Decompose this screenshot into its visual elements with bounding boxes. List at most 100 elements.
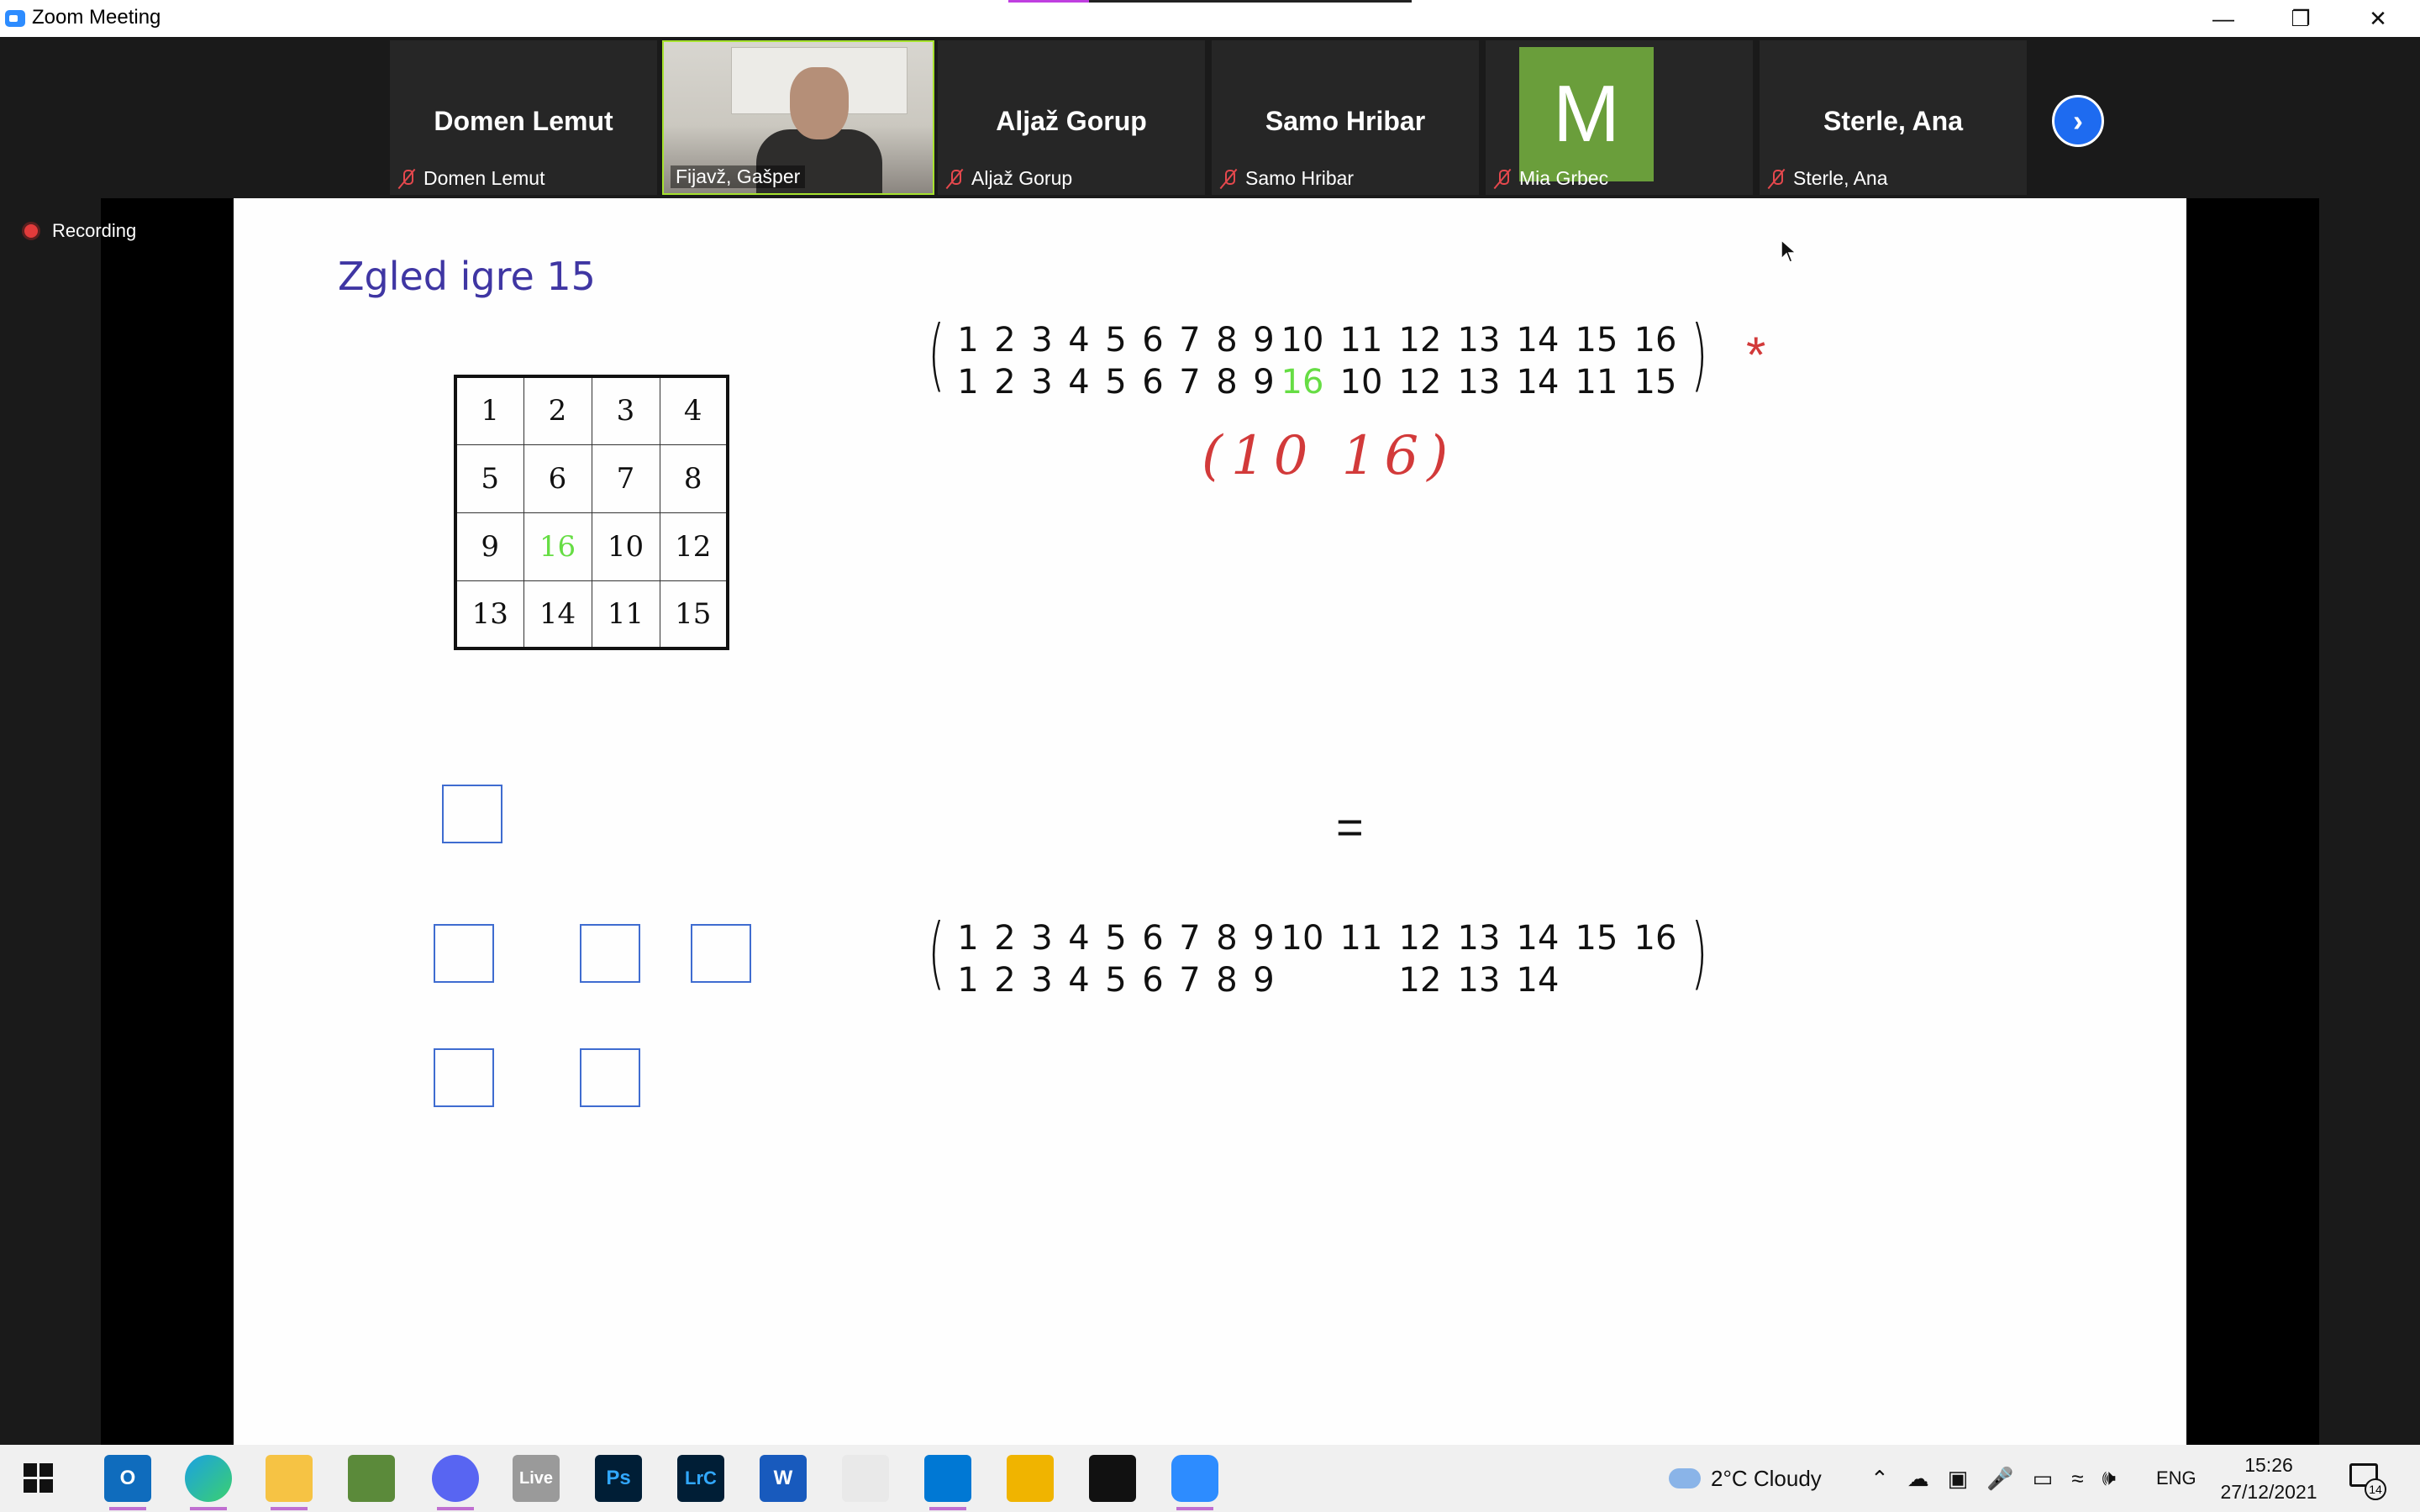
grid-cell: 15: [659, 580, 729, 649]
perm-cell: 10: [1281, 919, 1324, 958]
participant-name: Aljaž Gorup: [996, 106, 1147, 136]
zoom-app-icon: [5, 10, 25, 27]
grid-cell: 6: [523, 444, 592, 513]
perm-cell: 12: [1398, 919, 1442, 958]
left-paren: (: [928, 907, 945, 999]
edge-icon[interactable]: [185, 1455, 232, 1510]
perm-cell: 15: [1575, 321, 1618, 360]
vscode-icon[interactable]: [924, 1455, 971, 1510]
windows-start-icon[interactable]: [24, 1463, 54, 1494]
perm-cell: 12: [1398, 961, 1442, 1000]
restore-button[interactable]: ❐: [2262, 0, 2339, 37]
grid-cell: 3: [591, 375, 660, 445]
battery-icon[interactable]: ▭: [2033, 1466, 2054, 1492]
grid-cell: 4: [659, 375, 729, 445]
permutation-top: ( 1 2 3 4 5 6 7 8 9 10 11 12 13 14 15 16 1 2 3 4 5 6 7 8 9 16 10 1…: [928, 316, 1734, 413]
grid-cell: 2: [523, 375, 592, 445]
muted-mic-icon: [1768, 168, 1785, 190]
perm-cell: 13: [1457, 363, 1501, 402]
notification-count: 14: [2365, 1478, 2386, 1500]
minecraft-icon[interactable]: [348, 1455, 395, 1502]
recording-label: Recording: [52, 220, 137, 241]
grid-cell: 7: [591, 444, 660, 513]
video-person-head: [790, 67, 849, 139]
presentation-slide: Zgled igre 15 1 2 3 4 5 6 7 8 9 16 10 12: [234, 198, 2186, 1445]
annotation-star: *: [1746, 327, 1766, 383]
perm-cell: 11: [1575, 363, 1618, 402]
window-titlebar: Zoom Meeting — ❐ ✕: [0, 0, 2420, 37]
onedrive-icon[interactable]: ☁: [1907, 1466, 1929, 1492]
grid-cell: 11: [591, 580, 660, 649]
perm-cell: 14: [1516, 919, 1560, 958]
grid-cell: 10: [591, 512, 660, 581]
perm-cell: 13: [1457, 321, 1501, 360]
placeholder-box: [691, 924, 751, 983]
taskbar-clock[interactable]: 15:26 27/12/2021: [2210, 1452, 2328, 1505]
photoshop-icon[interactable]: Ps: [595, 1455, 642, 1502]
grid-cell: 12: [659, 512, 729, 581]
paint-icon[interactable]: [842, 1455, 889, 1502]
lightroom-classic-icon[interactable]: LrC: [677, 1455, 724, 1502]
right-paren: ): [1691, 907, 1708, 999]
muted-mic-icon: [1220, 168, 1237, 190]
microphone-icon[interactable]: 🎤: [1986, 1466, 2013, 1492]
puzzle-grid: 1 2 3 4 5 6 7 8 9 16 10 12 13 14 11 15: [454, 375, 729, 650]
snipping-tool-icon[interactable]: [1007, 1455, 1054, 1502]
participant-avatar: M: [1519, 47, 1654, 181]
perm-cell: 11: [1339, 919, 1383, 958]
participant-tile-video[interactable]: Fijavž, Gašper: [662, 40, 934, 195]
participant-label: Samo Hribar: [1245, 167, 1355, 189]
file-explorer-icon[interactable]: [266, 1455, 313, 1510]
terminal-icon[interactable]: [1089, 1455, 1136, 1502]
slide-title: Zgled igre 15: [338, 254, 596, 299]
grid-cell: 1: [455, 375, 524, 445]
perm-cell: 9: [1253, 961, 1275, 1000]
participant-tile[interactable]: Sterle, Ana Sterle, Ana: [1760, 40, 2027, 195]
ableton-live-icon[interactable]: Live: [513, 1455, 560, 1502]
participant-label: Aljaž Gorup: [971, 167, 1073, 189]
grid-cell: 13: [455, 580, 524, 649]
discord-icon[interactable]: [432, 1455, 479, 1510]
grid-cell: 9: [455, 512, 524, 581]
zoom-taskbar-icon[interactable]: [1171, 1455, 1218, 1510]
perm-cell: 12: [1398, 363, 1442, 402]
system-tray: ⌃ ☁ ▣ 🎤 ▭ ≈ 🕪: [1870, 1445, 2116, 1512]
clock-date: 27/12/2021: [2220, 1481, 2317, 1503]
wifi-icon[interactable]: ≈: [2071, 1466, 2083, 1492]
participant-label: Fijavž, Gašper: [676, 165, 801, 187]
recording-dot-icon: [22, 222, 40, 240]
participant-tile[interactable]: Aljaž Gorup Aljaž Gorup: [938, 40, 1205, 195]
perm-cell: 11: [1339, 321, 1383, 360]
right-paren: ): [1691, 309, 1708, 401]
title-accent-line: [1008, 0, 1412, 3]
participant-label: Mia Grbec: [1519, 167, 1609, 189]
minimize-button[interactable]: —: [2185, 0, 2262, 37]
outlook-icon[interactable]: O: [104, 1455, 151, 1510]
placeholder-box: [580, 924, 640, 983]
meet-now-icon[interactable]: ▣: [1948, 1466, 1969, 1492]
participant-tile[interactable]: Domen Lemut Domen Lemut: [390, 40, 657, 195]
permutation-bottom: ( 1 2 3 4 5 6 7 8 9 10 11 12 13 14 15 16 1 2 3 4 5 6 7 8 9 12 13 1…: [928, 914, 1734, 1011]
muted-mic-icon: [1494, 168, 1511, 190]
placeholder-box: [580, 1048, 640, 1107]
word-icon[interactable]: W: [760, 1455, 807, 1502]
participant-tile[interactable]: M Mia Grbec: [1486, 40, 1753, 195]
close-button[interactable]: ✕: [2339, 0, 2417, 37]
grid-cell: 5: [455, 444, 524, 513]
participant-tile[interactable]: Samo Hribar Samo Hribar: [1212, 40, 1479, 195]
notification-center-icon[interactable]: 14: [2349, 1460, 2386, 1500]
participant-name: Samo Hribar: [1265, 106, 1426, 136]
windows-taskbar: O Live Ps LrC W 2°C Cloudy ⌃ ☁ ▣ 🎤 ▭ ≈ 🕪…: [0, 1445, 2420, 1512]
participant-label: Sterle, Ana: [1793, 167, 1888, 189]
next-participants-chevron-icon[interactable]: ›: [2052, 95, 2104, 147]
weather-widget[interactable]: 2°C Cloudy: [1669, 1445, 1822, 1512]
perm-cell: 14: [1516, 321, 1560, 360]
perm-cell: 15: [1575, 919, 1618, 958]
participant-name: Sterle, Ana: [1823, 106, 1963, 136]
recording-indicator[interactable]: Recording: [22, 220, 136, 242]
language-indicator[interactable]: ENG: [2156, 1445, 2196, 1512]
perm-cell: 16: [1634, 919, 1677, 958]
annotation-transposition: (10 16): [1202, 425, 1457, 487]
tray-chevron-up-icon[interactable]: ⌃: [1870, 1466, 1889, 1492]
volume-icon[interactable]: 🕪: [2102, 1465, 2116, 1492]
